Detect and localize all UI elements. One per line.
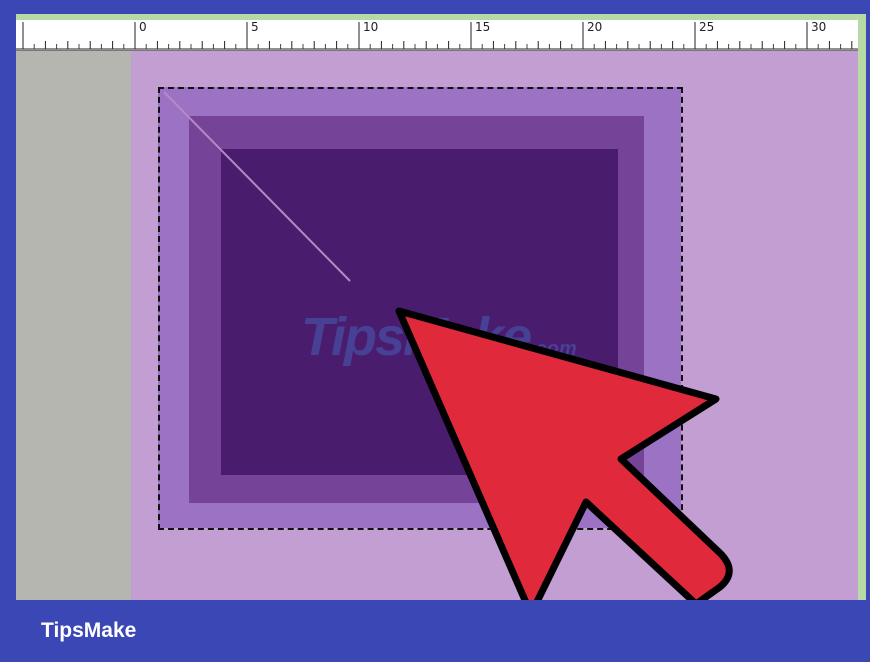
brand-name: TipsMake <box>41 619 137 642</box>
mouse-pointer-arrow-icon <box>395 307 733 600</box>
image-editor-screenshot: 0 5 10 15 20 25 30 TipsMake.com <box>16 14 866 600</box>
footer-bar: TipsMake <box>0 600 870 662</box>
tutorial-frame: 0 5 10 15 20 25 30 TipsMake.com TipsMake <box>0 0 870 662</box>
